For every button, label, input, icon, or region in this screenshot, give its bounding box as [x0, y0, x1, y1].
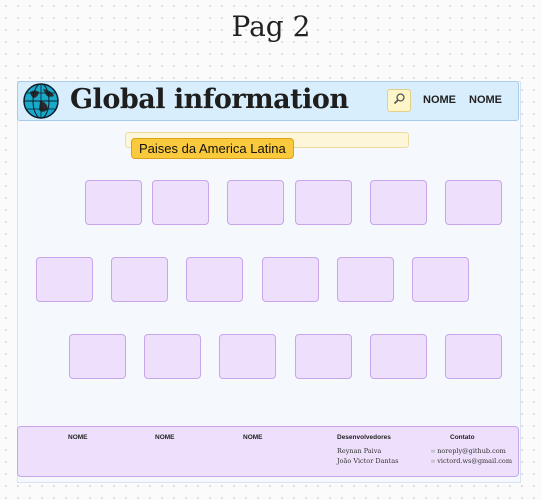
developers-heading: Desenvolvedores: [337, 434, 391, 441]
country-card[interactable]: [219, 334, 276, 379]
country-card[interactable]: [36, 257, 93, 302]
page-label: Pag 2: [231, 10, 311, 43]
footer-column-1[interactable]: NOME: [68, 434, 88, 441]
globe-icon: [21, 83, 61, 119]
contact-email[interactable]: noreply@github.com: [437, 447, 506, 455]
country-card[interactable]: [152, 180, 209, 225]
country-card[interactable]: [370, 180, 427, 225]
developer-name: Reynan Paiva: [337, 447, 382, 455]
country-card[interactable]: [295, 180, 352, 225]
header-bar: Global information NOME NOME: [17, 81, 519, 121]
country-card[interactable]: [85, 180, 142, 225]
country-card[interactable]: [412, 257, 469, 302]
search-icon: [393, 92, 406, 110]
country-card[interactable]: [445, 334, 502, 379]
country-card[interactable]: [295, 334, 352, 379]
country-card[interactable]: [111, 257, 168, 302]
country-card[interactable]: [337, 257, 394, 302]
nav-link-1[interactable]: NOME: [423, 94, 456, 106]
country-card[interactable]: [144, 334, 201, 379]
search-button[interactable]: [387, 89, 411, 112]
contact-email-row: ✉ victord.ws@gmail.com: [431, 457, 512, 465]
country-card[interactable]: [186, 257, 243, 302]
mail-icon: ✉: [431, 459, 436, 465]
footer: NOME NOME NOME Desenvolvedores Contato R…: [17, 426, 519, 477]
section-badge: Paises da America Latina: [131, 138, 294, 159]
site-title: Global information: [70, 84, 349, 115]
country-card[interactable]: [227, 180, 284, 225]
country-card[interactable]: [262, 257, 319, 302]
country-card[interactable]: [445, 180, 502, 225]
developer-name: João Victor Dantas: [337, 457, 399, 465]
country-card[interactable]: [69, 334, 126, 379]
contact-heading: Contato: [450, 434, 475, 441]
footer-column-3[interactable]: NOME: [243, 434, 263, 441]
nav-link-2[interactable]: NOME: [469, 94, 502, 106]
footer-column-2[interactable]: NOME: [155, 434, 175, 441]
contact-email-row: ✉ noreply@github.com: [431, 447, 506, 455]
mail-icon: ✉: [431, 449, 436, 455]
country-card[interactable]: [370, 334, 427, 379]
contact-email[interactable]: victord.ws@gmail.com: [437, 457, 512, 465]
